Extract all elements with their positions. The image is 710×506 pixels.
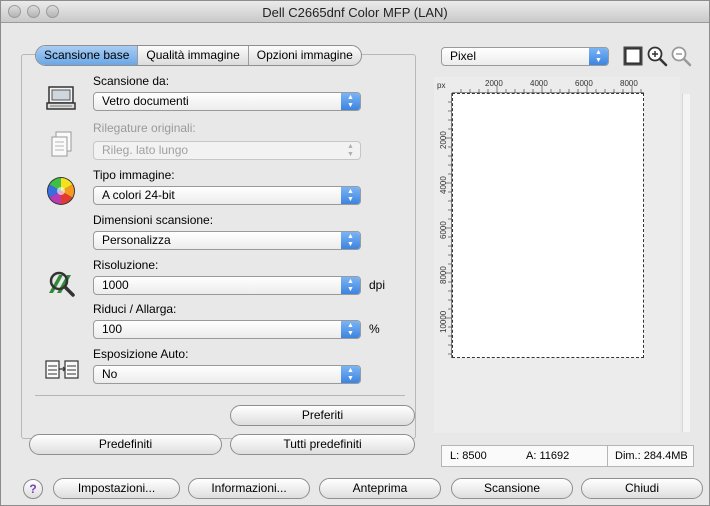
reduce-enlarge-value: 100 — [102, 322, 123, 336]
zoom-out-icon[interactable] — [670, 45, 692, 67]
popup-arrows-icon: ▲ ▼ — [341, 187, 360, 204]
title-bar: Dell C2665dnf Color MFP (LAN) — [1, 1, 709, 23]
tab-image-quality[interactable]: Qualità immagine — [138, 46, 249, 65]
popup-arrows-icon: ▲ ▼ — [341, 277, 360, 294]
close-button[interactable]: Chiudi — [581, 478, 703, 499]
zoom-in-icon[interactable] — [646, 45, 668, 67]
ruler-x-tick: 6000 — [575, 79, 593, 88]
color-wheel-icon — [45, 175, 77, 207]
scan-region[interactable] — [452, 93, 644, 358]
panel-separator — [35, 395, 405, 396]
popup-arrows-icon: ▲ ▼ — [341, 232, 360, 249]
preview-scrollbar[interactable] — [682, 94, 690, 432]
image-type-label: Tipo immagine: — [93, 168, 175, 182]
scanner-window: Dell C2665dnf Color MFP (LAN) Scansione … — [0, 0, 710, 506]
reduce-enlarge-label: Riduci / Allarga: — [93, 302, 177, 316]
scan-from-value: Vetro documenti — [102, 94, 189, 108]
auto-exposure-select[interactable]: No ▲ ▼ — [93, 365, 361, 384]
ruler-y-tick: 6000 — [439, 221, 448, 239]
auto-exposure-icon — [45, 357, 79, 389]
all-defaults-button[interactable]: Tutti predefiniti — [230, 434, 415, 455]
defaults-button[interactable]: Predefiniti — [29, 434, 222, 455]
image-type-select[interactable]: A colori 24-bit ▲ ▼ — [93, 186, 361, 205]
unit-select-value: Pixel — [450, 49, 477, 63]
auto-exposure-value: No — [102, 367, 118, 381]
horizontal-ruler — [452, 86, 644, 93]
scan-height-readout: A: 11692 — [526, 450, 570, 462]
tab-basic-scan[interactable]: Scansione base — [36, 46, 139, 65]
resolution-select[interactable]: 1000 ▲ ▼ — [93, 276, 361, 295]
info-button[interactable]: Informazioni... — [188, 478, 310, 499]
scan-button[interactable]: Scansione — [451, 478, 573, 499]
ruler-x-tick: 2000 — [485, 79, 503, 88]
original-binding-select[interactable]: Rileg. lato lungo ▲ ▼ — [93, 141, 361, 160]
resolution-unit: dpi — [369, 278, 386, 292]
resolution-icon — [45, 267, 77, 299]
popup-arrows-icon: ▲ ▼ — [589, 48, 608, 65]
tab-bar: Scansione base Qualità immagine Opzioni … — [35, 45, 362, 66]
resolution-value: 1000 — [102, 278, 129, 292]
popup-arrows-icon: ▲ ▼ — [341, 366, 360, 383]
ruler-y-tick: 4000 — [439, 176, 448, 194]
popup-arrows-icon: ▲ ▼ — [341, 93, 360, 110]
tab-image-options[interactable]: Opzioni immagine — [249, 46, 361, 65]
ruler-x-tick: 4000 — [530, 79, 548, 88]
ruler-y-tick: 10000 — [439, 310, 448, 333]
settings-button[interactable]: Impostazioni... — [53, 478, 180, 499]
scan-size-select[interactable]: Personalizza ▲ ▼ — [93, 231, 361, 250]
ruler-x-tick: 8000 — [620, 79, 638, 88]
marquee-select-icon[interactable] — [623, 46, 643, 66]
popup-arrows-icon: ▲ ▼ — [347, 143, 354, 158]
help-button[interactable]: ? — [23, 479, 43, 499]
original-binding-value: Rileg. lato lungo — [102, 143, 189, 157]
reduce-enlarge-combo[interactable]: 100 ▲ ▼ — [93, 320, 361, 339]
scan-width-readout: L: 8500 — [450, 450, 487, 462]
auto-exposure-label: Esposizione Auto: — [93, 347, 189, 361]
reduce-enlarge-unit: % — [369, 322, 380, 336]
ruler-y-tick: 8000 — [439, 266, 448, 284]
original-binding-label: Rilegature originali: — [93, 121, 196, 135]
status-bar: L: 8500 A: 11692 Dim.: 284.4MB — [441, 445, 694, 467]
resolution-label: Risoluzione: — [93, 258, 159, 272]
ruler-unit-label: px — [437, 81, 446, 90]
scan-from-label: Scansione da: — [93, 74, 170, 88]
ruler-y-tick: 2000 — [439, 131, 448, 149]
binding-icon — [47, 129, 79, 161]
status-divider — [607, 446, 608, 466]
scan-from-select[interactable]: Vetro documenti ▲ ▼ — [93, 92, 361, 111]
image-type-value: A colori 24-bit — [102, 188, 175, 202]
unit-select[interactable]: Pixel ▲ ▼ — [441, 47, 609, 66]
popup-arrows-icon: ▲ ▼ — [341, 321, 360, 338]
scan-size-value: Personalizza — [102, 233, 171, 247]
window-title: Dell C2665dnf Color MFP (LAN) — [262, 5, 448, 20]
scan-size-label: Dimensioni scansione: — [93, 213, 214, 227]
scan-size-readout: Dim.: 284.4MB — [615, 450, 688, 462]
scanner-icon — [45, 81, 77, 113]
favorites-button[interactable]: Preferiti — [230, 405, 415, 426]
preview-button[interactable]: Anteprima — [319, 478, 441, 499]
